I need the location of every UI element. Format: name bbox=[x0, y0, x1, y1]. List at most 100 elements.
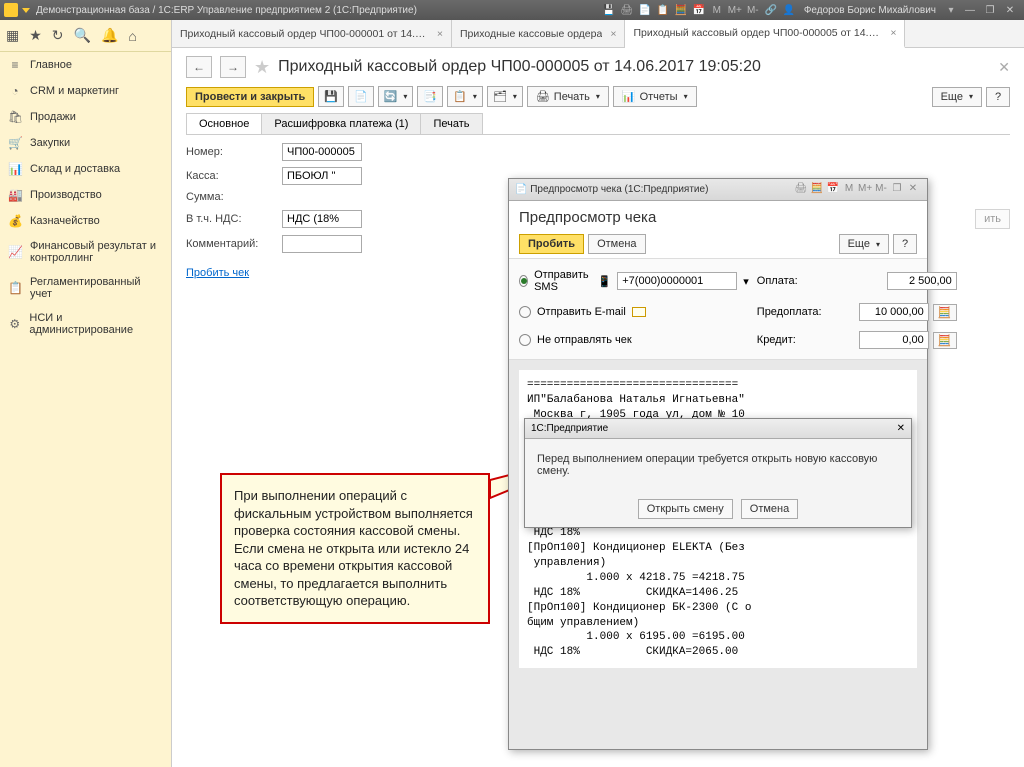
modal-mplus[interactable]: M+ bbox=[858, 183, 872, 197]
credit-field[interactable] bbox=[859, 331, 929, 349]
reports-button[interactable]: 📊 Отчеты▾ bbox=[613, 86, 697, 107]
pay-field[interactable] bbox=[887, 272, 957, 290]
favorite-star-icon[interactable]: ★ bbox=[254, 57, 270, 78]
toolbar-print-icon[interactable]: 🖨 bbox=[619, 2, 635, 18]
star-icon[interactable]: ★ bbox=[29, 27, 42, 44]
sum-label: Сумма: bbox=[186, 191, 276, 203]
tab-2[interactable]: Приходный кассовый ордер ЧП00-000005 от … bbox=[625, 20, 905, 48]
number-field[interactable] bbox=[282, 143, 362, 161]
tab-close-icon[interactable]: × bbox=[890, 27, 896, 39]
modal-close-icon[interactable]: ✕ bbox=[906, 183, 920, 197]
nav-icon: 🛒 bbox=[8, 136, 22, 150]
post-and-close-button[interactable]: Провести и закрыть bbox=[186, 87, 314, 107]
print-button[interactable]: 🖨 Печать▾ bbox=[527, 86, 609, 107]
open-shift-button[interactable]: Открыть смену bbox=[638, 499, 733, 519]
toolbar-calendar-icon[interactable]: 📅 bbox=[691, 2, 707, 18]
sidebar-item-5[interactable]: 🏭Производство bbox=[0, 182, 171, 208]
probe-button[interactable]: Пробить bbox=[519, 234, 584, 254]
createfrom-button[interactable]: 📋▾ bbox=[447, 86, 483, 107]
phone-field[interactable] bbox=[617, 272, 737, 290]
modal-print-icon[interactable]: 🖨 bbox=[794, 183, 808, 197]
document-close-icon[interactable]: ✕ bbox=[998, 59, 1010, 76]
opt-sms-label: Отправить SMS bbox=[534, 269, 591, 293]
help-callout: При выполнении операций с фискальным уст… bbox=[220, 473, 490, 624]
subtab-main[interactable]: Основное bbox=[186, 113, 262, 134]
modal-m[interactable]: M bbox=[842, 183, 856, 197]
prepay-field[interactable] bbox=[859, 303, 929, 321]
radio-sms[interactable] bbox=[519, 275, 528, 287]
nav-forward-button[interactable]: → bbox=[220, 56, 246, 78]
save-button[interactable]: 💾 bbox=[318, 86, 344, 107]
m-plus-btn[interactable]: M+ bbox=[727, 2, 743, 18]
toolbar-doc-icon[interactable]: 📄 bbox=[637, 2, 653, 18]
sidebar-item-0[interactable]: ≡Главное bbox=[0, 52, 171, 78]
home-icon[interactable]: ⌂ bbox=[128, 28, 136, 44]
toolbar-copy-icon[interactable]: 📋 bbox=[655, 2, 671, 18]
phone-dropdown[interactable]: ▾ bbox=[743, 275, 749, 288]
sidebar-item-2[interactable]: 🛍Продажи bbox=[0, 104, 171, 130]
history-icon[interactable]: ↻ bbox=[52, 27, 64, 44]
nav-label: Склад и доставка bbox=[30, 163, 120, 175]
apps-icon[interactable]: ▦ bbox=[6, 27, 19, 44]
nav-label: Главное bbox=[30, 59, 72, 71]
search-icon[interactable]: 🔍 bbox=[74, 27, 91, 44]
opt-email-label: Отправить E-mail bbox=[537, 306, 626, 318]
m-minus-btn[interactable]: M- bbox=[745, 2, 761, 18]
user-caret[interactable]: ▾ bbox=[943, 2, 959, 18]
more-button[interactable]: Еще▾ bbox=[932, 87, 982, 107]
prepay-calc-button[interactable]: 🧮 bbox=[933, 304, 957, 321]
sidebar-item-4[interactable]: 📊Склад и доставка bbox=[0, 156, 171, 182]
credit-calc-button[interactable]: 🧮 bbox=[933, 332, 957, 349]
radio-email[interactable] bbox=[519, 306, 531, 318]
post-button[interactable]: 📄 bbox=[348, 86, 374, 107]
modal-restore[interactable]: ❐ bbox=[890, 183, 904, 197]
app-menu-caret[interactable] bbox=[22, 8, 30, 13]
dk-button[interactable]: 🔄▾ bbox=[378, 86, 414, 107]
subtab-print[interactable]: Печать bbox=[420, 113, 482, 134]
tab-0[interactable]: Приходный кассовый ордер ЧП00-000001 от … bbox=[172, 20, 452, 47]
subtab-payment-detail[interactable]: Расшифровка платежа (1) bbox=[261, 113, 421, 134]
modal-help-button[interactable]: ? bbox=[893, 234, 917, 254]
toolbar-calc-icon[interactable]: 🧮 bbox=[673, 2, 689, 18]
radio-none[interactable] bbox=[519, 334, 531, 346]
nav-back-button[interactable]: ← bbox=[186, 56, 212, 78]
modal-mminus[interactable]: M- bbox=[874, 183, 888, 197]
alert-close-icon[interactable]: ✕ bbox=[897, 423, 905, 434]
help-button[interactable]: ? bbox=[986, 87, 1010, 107]
sidebar-item-1[interactable]: ◔CRM и маркетинг bbox=[0, 78, 171, 104]
window-minimize[interactable]: — bbox=[960, 5, 980, 16]
extra-button[interactable]: ить bbox=[975, 209, 1010, 229]
modal-calc-icon[interactable]: 🧮 bbox=[810, 183, 824, 197]
nav-label: CRM и маркетинг bbox=[30, 85, 119, 97]
probe-check-link[interactable]: Пробить чек bbox=[186, 267, 249, 279]
sidebar-item-3[interactable]: 🛒Закупки bbox=[0, 130, 171, 156]
alert-cancel-button[interactable]: Отмена bbox=[741, 499, 798, 519]
window-close[interactable]: ✕ bbox=[1000, 5, 1020, 16]
modal-cal-icon[interactable]: 📅 bbox=[826, 183, 840, 197]
tree-button[interactable]: 📑 bbox=[417, 86, 443, 107]
modal-header: Предпросмотр чека bbox=[509, 201, 927, 230]
sidebar-item-9[interactable]: ⚙НСИ и администрирование bbox=[0, 306, 171, 342]
m-btn[interactable]: M bbox=[709, 2, 725, 18]
tab-close-icon[interactable]: × bbox=[610, 28, 616, 40]
window-restore[interactable]: ❐ bbox=[980, 5, 1000, 16]
tab-label: Приходные кассовые ордера bbox=[460, 28, 602, 40]
nav-label: Казначейство bbox=[30, 215, 100, 227]
sidebar-item-6[interactable]: 💰Казначейство bbox=[0, 208, 171, 234]
user-name[interactable]: Федоров Борис Михайлович bbox=[804, 5, 936, 16]
fill-button[interactable]: 🗂▾ bbox=[487, 86, 523, 107]
kassa-field[interactable] bbox=[282, 167, 362, 185]
comment-field[interactable] bbox=[282, 235, 362, 253]
bell-icon[interactable]: 🔔 bbox=[101, 27, 118, 44]
toolbar-save-icon[interactable]: 💾 bbox=[601, 2, 617, 18]
modal-window-title: Предпросмотр чека (1С:Предприятие) bbox=[530, 184, 708, 195]
modal-titlebar[interactable]: 📄 Предпросмотр чека (1С:Предприятие) 🖨 🧮… bbox=[509, 179, 927, 201]
modal-more-button[interactable]: Еще▾ bbox=[839, 234, 889, 254]
nds-field[interactable] bbox=[282, 210, 362, 228]
toolbar-link-icon[interactable]: 🔗 bbox=[763, 2, 779, 18]
sidebar-item-7[interactable]: 📈Финансовый результат и контроллинг bbox=[0, 234, 171, 270]
tab-1[interactable]: Приходные кассовые ордера × bbox=[452, 20, 625, 47]
modal-cancel-button[interactable]: Отмена bbox=[588, 234, 645, 254]
tab-close-icon[interactable]: × bbox=[437, 28, 443, 40]
sidebar-item-8[interactable]: 📋Регламентированный учет bbox=[0, 270, 171, 306]
